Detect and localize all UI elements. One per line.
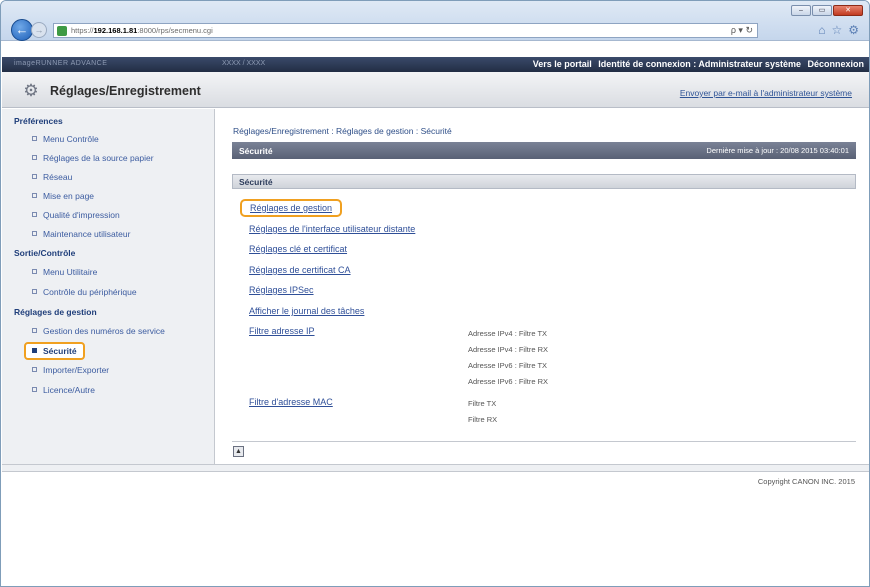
mac-filter-tx: Filtre TX: [468, 399, 497, 408]
bullet-icon: [32, 328, 37, 333]
sidebar-item-source-papier[interactable]: Réglages de la source papier: [32, 153, 154, 163]
bullet-icon: [32, 174, 37, 179]
bullet-icon: [32, 193, 37, 198]
url-text: https://192.168.1.81:8000/rps/secmenu.cg…: [71, 26, 213, 35]
sidebar-item-reseau[interactable]: Réseau: [32, 172, 72, 182]
sidebar: Préférences Menu Contrôle Réglages de la…: [2, 109, 215, 464]
browser-window: – ▭ ✕ ← → https://192.168.1.81:8000/rps/…: [0, 0, 870, 587]
ip-filter-ipv6-rx: Adresse IPv6 : Filtre RX: [468, 377, 549, 386]
link-filtre-ip[interactable]: Filtre adresse IP: [249, 326, 315, 336]
search-refresh-icon[interactable]: ρ ▾ ↻: [731, 25, 753, 36]
toolbar-icons: ⌂ ☆ ⚙: [818, 23, 859, 37]
bullet-icon: [32, 136, 37, 141]
bullet-icon: [32, 387, 37, 392]
sidebar-item-qualite[interactable]: Qualité d'impression: [32, 210, 120, 220]
page-title: Réglages/Enregistrement: [50, 84, 201, 98]
forward-arrow-icon[interactable]: →: [31, 22, 47, 38]
minimize-icon[interactable]: –: [791, 5, 811, 16]
sidebar-section-gestion: Réglages de gestion: [14, 307, 97, 317]
email-admin-link[interactable]: Envoyer par e-mail à l'administrateur sy…: [680, 88, 852, 98]
back-arrow-icon[interactable]: ←: [11, 19, 33, 41]
sidebar-section-sortie: Sortie/Contrôle: [14, 248, 76, 258]
ip-filter-ipv4-tx: Adresse IPv4 : Filtre TX: [468, 329, 548, 338]
close-icon[interactable]: ✕: [833, 5, 863, 16]
mac-filter-rx: Filtre RX: [468, 415, 498, 424]
divider: [232, 441, 856, 442]
window-controls: – ▭ ✕: [791, 5, 863, 16]
link-certificat-ca[interactable]: Réglages de certificat CA: [249, 265, 351, 275]
login-label: Identité de connexion : Administrateur s…: [598, 59, 801, 69]
breadcrumb: Réglages/Enregistrement : Réglages de ge…: [233, 126, 452, 136]
page-header: ⚙ Réglages/Enregistrement Envoyer par e-…: [2, 72, 869, 108]
section-title: Sécurité: [239, 177, 273, 187]
site-icon: [57, 25, 67, 36]
link-cle-certificat[interactable]: Réglages clé et certificat: [249, 244, 347, 254]
sidebar-item-maintenance[interactable]: Maintenance utilisateur: [32, 229, 130, 239]
link-reglages-gestion[interactable]: Réglages de gestion: [240, 199, 343, 217]
sidebar-section-preferences: Préférences: [14, 116, 63, 126]
sidebar-item-numeros-service[interactable]: Gestion des numéros de service: [32, 326, 165, 336]
sidebar-item-licence[interactable]: Licence/Autre: [32, 385, 95, 395]
bullet-icon: [32, 231, 37, 236]
link-filtre-mac[interactable]: Filtre d'adresse MAC: [249, 397, 333, 407]
main-content: Réglages/Enregistrement : Réglages de ge…: [216, 109, 869, 464]
bullet-icon: [32, 269, 37, 274]
device-topbar: imageRUNNER ADVANCE XXXX / XXXX Vers le …: [2, 57, 869, 72]
footer-strip: [2, 464, 869, 472]
ip-filter-ipv6-tx: Adresse IPv6 : Filtre TX: [468, 361, 548, 370]
sidebar-item-importer-exporter[interactable]: Importer/Exporter: [32, 365, 109, 375]
topbar-links: Vers le portail Identité de connexion : …: [529, 59, 864, 69]
logout-link[interactable]: Déconnexion: [807, 59, 864, 69]
favorites-star-icon[interactable]: ☆: [831, 23, 842, 37]
sidebar-item-controle-peripherique[interactable]: Contrôle du périphérique: [32, 287, 137, 297]
sidebar-item-menu-utilitaire[interactable]: Menu Utilitaire: [32, 267, 97, 277]
sidebar-item-securite[interactable]: Sécurité: [24, 342, 85, 360]
device-label: imageRUNNER ADVANCE: [14, 60, 108, 67]
ip-filter-ipv4-rx: Adresse IPv4 : Filtre RX: [468, 345, 549, 354]
bullet-icon: [32, 348, 37, 353]
link-ipsec[interactable]: Réglages IPSec: [249, 285, 314, 295]
settings-gear-icon: ⚙: [23, 81, 39, 100]
model-label: XXXX / XXXX: [222, 60, 266, 67]
sidebar-item-menu-controle[interactable]: Menu Contrôle: [32, 134, 99, 144]
link-journal-taches[interactable]: Afficher le journal des tâches: [249, 306, 364, 316]
bullet-icon: [32, 289, 37, 294]
link-interface-distante[interactable]: Réglages de l'interface utilisateur dist…: [249, 224, 415, 234]
settings-gear-icon[interactable]: ⚙: [848, 23, 859, 37]
address-bar[interactable]: https://192.168.1.81:8000/rps/secmenu.cg…: [53, 23, 758, 38]
maximize-icon[interactable]: ▭: [812, 5, 832, 16]
home-icon[interactable]: ⌂: [818, 23, 825, 37]
browser-titlebar: – ▭ ✕ ← → https://192.168.1.81:8000/rps/…: [1, 1, 869, 41]
sidebar-item-mise-en-page[interactable]: Mise en page: [32, 191, 94, 201]
last-update: Dernière mise à jour : 20/08 2015 03:40:…: [706, 146, 849, 155]
section-header: Sécurité: [232, 174, 856, 189]
bullet-icon: [32, 367, 37, 372]
bullet-icon: [32, 155, 37, 160]
bullet-icon: [32, 212, 37, 217]
section-page-title: Sécurité: [239, 146, 273, 156]
portal-link[interactable]: Vers le portail: [533, 59, 592, 69]
page-top-icon[interactable]: ▲: [233, 446, 244, 457]
copyright: Copyright CANON INC. 2015: [757, 477, 855, 486]
title-bar: Sécurité Dernière mise à jour : 20/08 20…: [232, 142, 856, 159]
